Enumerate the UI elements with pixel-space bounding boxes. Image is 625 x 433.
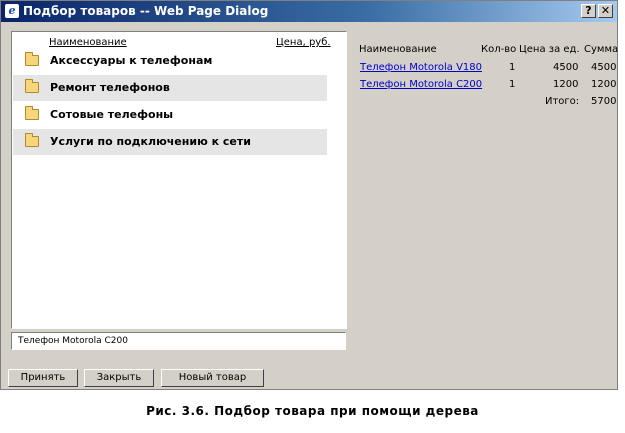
close-window-button[interactable]: ✕ — [598, 4, 613, 18]
accept-button[interactable]: Принять — [8, 369, 78, 387]
cart-cell-sum: 4500 — [591, 62, 617, 73]
cart-header-price: Цена за ед. — [519, 44, 580, 55]
cart-cell-qty: 1 — [509, 62, 516, 73]
cart-header-name: Наименование — [359, 44, 437, 55]
figure-caption: Рис. 3.6. Подбор товара при помощи дерев… — [146, 404, 479, 418]
cart-header-qty: Кол-во — [481, 44, 517, 55]
title-bar[interactable]: e Подбор товаров -- Web Page Dialog ? ✕ — [1, 1, 617, 22]
folder-icon — [25, 52, 39, 66]
cart-item-link[interactable]: Телефон Motorola V180 — [360, 62, 482, 73]
cart-cell-sum: 1200 — [591, 79, 617, 90]
tree-item-repair[interactable]: Ремонт телефонов — [13, 75, 327, 101]
window-title: Подбор товаров -- Web Page Dialog — [23, 4, 269, 18]
help-button[interactable]: ? — [581, 4, 596, 18]
new-item-button[interactable]: Новый товар — [161, 369, 264, 387]
close-button[interactable]: Закрыть — [84, 369, 154, 387]
tree-item-label: Услуги по подключению к сети — [50, 135, 251, 148]
tree-item-label: Сотовые телефоны — [50, 108, 174, 121]
ie-icon: e — [5, 4, 19, 18]
cart-cell-qty: 1 — [509, 79, 516, 90]
column-header-price[interactable]: Цена, руб. — [276, 37, 331, 48]
tree-item-accessories[interactable]: Аксессуары к телефонам — [13, 48, 327, 74]
dialog-window: e Подбор товаров -- Web Page Dialog ? ✕ … — [0, 0, 618, 390]
tree-item-label: Ремонт телефонов — [50, 81, 170, 94]
tree-item-cell-phones[interactable]: Сотовые телефоны — [13, 102, 327, 128]
folder-icon — [25, 79, 39, 93]
folder-icon — [25, 133, 39, 147]
cart-header-sum: Сумма — [584, 44, 619, 55]
category-tree-panel: Наименование Цена, руб. Аксессуары к тел… — [11, 31, 347, 329]
cart-item-link[interactable]: Телефон Motorola C200 — [360, 79, 482, 90]
cart-total-value: 5700 — [591, 96, 617, 107]
tree-item-network-services[interactable]: Услуги по подключению к сети — [13, 129, 327, 155]
tree-item-label: Аксессуары к телефонам — [50, 54, 213, 67]
cart-cell-price: 4500 — [553, 62, 579, 73]
column-header-name[interactable]: Наименование — [49, 37, 127, 48]
selected-item-field[interactable]: Телефон Motorola C200 — [11, 332, 346, 350]
cart-cell-price: 1200 — [553, 79, 579, 90]
cart-total-label: Итого: — [545, 96, 580, 107]
folder-icon — [25, 106, 39, 120]
